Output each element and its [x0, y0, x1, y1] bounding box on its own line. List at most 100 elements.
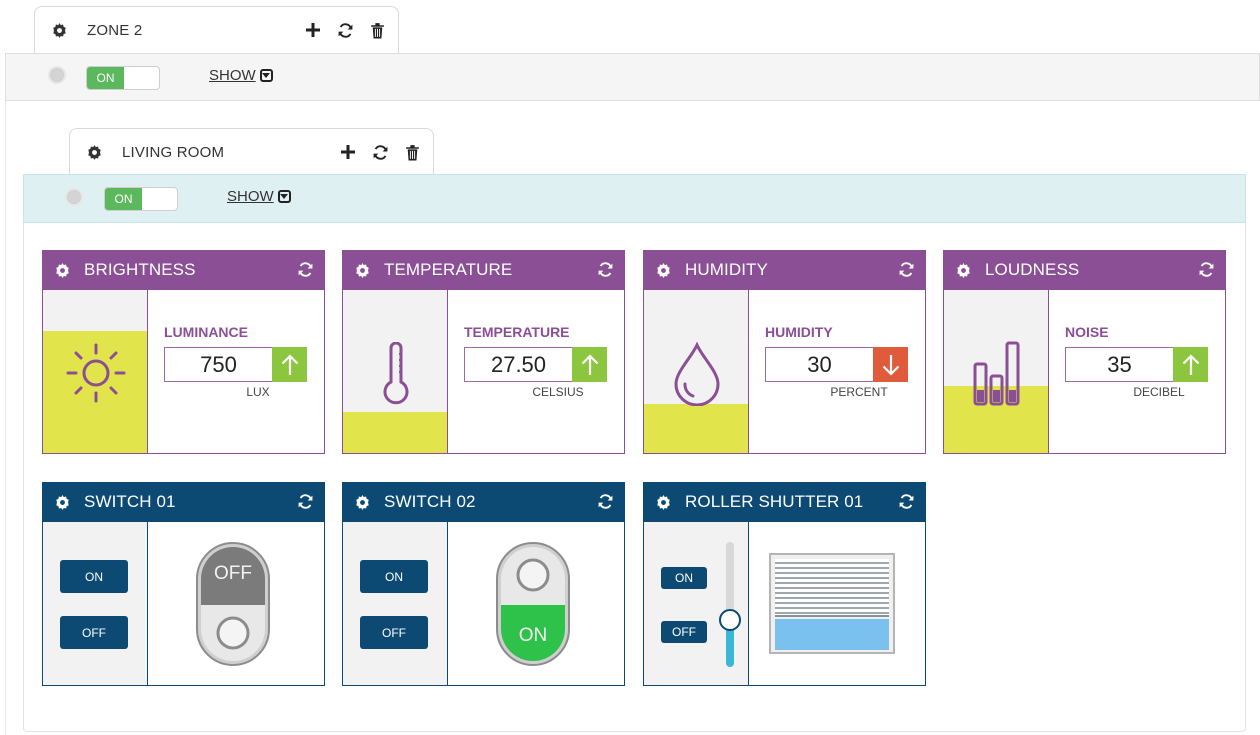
refresh-icon[interactable]	[297, 493, 315, 511]
zone-show-link[interactable]: SHOW	[209, 67, 273, 84]
sensor-widget-loudness: LOUDNESS NOISE 35 DECIBEL	[943, 250, 1226, 454]
add-icon[interactable]	[304, 21, 322, 39]
arrow-up-icon	[572, 347, 607, 382]
room-on-toggle[interactable]: ON	[104, 187, 178, 211]
gear-icon[interactable]	[655, 494, 671, 510]
thermometer-icon	[343, 342, 447, 406]
show-label: SHOW	[209, 67, 256, 84]
trash-icon[interactable]	[403, 143, 421, 161]
sensor-widget-brightness: BRIGHTNESS LUMINANCE 750 LUX	[42, 250, 325, 454]
shutter-off-button[interactable]: OFF	[661, 621, 707, 643]
zone-title: ZONE 2	[87, 21, 143, 39]
sensor-value-box: 30	[765, 347, 908, 382]
sensor-value-box: 27.50	[464, 347, 607, 382]
arrow-down-icon	[873, 347, 908, 382]
sensor-value-box: 750	[164, 347, 307, 382]
sun-icon	[43, 340, 147, 406]
widget-title: TEMPERATURE	[384, 260, 513, 279]
refresh-icon[interactable]	[597, 261, 615, 279]
level-indicator	[43, 290, 148, 453]
switch-widget-01: SWITCH 01 ON OFF OFF	[42, 482, 325, 686]
roller-shutter-widget: ROLLER SHUTTER 01 ON OFF	[643, 482, 926, 686]
rocker-switch-on[interactable]: ON	[495, 541, 571, 667]
widget-title: SWITCH 02	[384, 492, 476, 511]
zone-status-radio[interactable]	[48, 66, 66, 84]
gear-icon[interactable]	[54, 262, 70, 278]
widget-title: HUMIDITY	[685, 260, 768, 279]
switch-state-label: OFF	[214, 563, 252, 584]
switch-on-button[interactable]: ON	[60, 560, 128, 593]
sensor-value: 27.50	[490, 351, 547, 377]
switch-widget-02: SWITCH 02 ON OFF ON	[342, 482, 625, 686]
sensor-widget-humidity: HUMIDITY HUMIDITY 30 PERCENT	[643, 250, 926, 454]
refresh-icon[interactable]	[597, 493, 615, 511]
zone-tab[interactable]: ZONE 2	[34, 6, 399, 53]
zone-on-toggle[interactable]: ON	[86, 66, 160, 90]
level-indicator	[644, 290, 749, 453]
room-tab[interactable]: LIVING ROOM	[69, 128, 434, 175]
sensor-name: TEMPERATURE	[464, 324, 570, 340]
toggle-on-label: ON	[105, 188, 142, 210]
droplet-icon	[644, 342, 748, 406]
sensor-unit: CELSIUS	[532, 385, 584, 399]
gear-icon[interactable]	[955, 262, 971, 278]
sensor-value: 35	[1107, 351, 1132, 377]
arrow-up-icon	[272, 347, 307, 382]
add-icon[interactable]	[339, 143, 357, 161]
chevron-down-icon	[277, 190, 291, 203]
rocker-switch-off[interactable]: OFF	[195, 541, 271, 667]
sensor-unit: PERCENT	[830, 385, 888, 399]
refresh-icon[interactable]	[898, 493, 916, 511]
level-fill	[644, 404, 748, 453]
shutter-slats	[775, 559, 889, 617]
room-show-link[interactable]: SHOW	[227, 188, 291, 205]
room-control-bar: ON SHOW	[23, 174, 1246, 223]
refresh-icon[interactable]	[371, 143, 389, 161]
arrow-up-icon	[1173, 347, 1208, 382]
level-indicator	[944, 290, 1049, 453]
switch-buttons-column	[43, 522, 148, 685]
show-label: SHOW	[227, 188, 274, 205]
sensor-unit: LUX	[246, 385, 270, 399]
sensor-value-box: 35	[1065, 347, 1208, 382]
sensor-name: NOISE	[1065, 324, 1109, 340]
volume-bars-icon	[944, 340, 1048, 406]
widget-title: SWITCH 01	[84, 492, 176, 511]
widget-title: LOUDNESS	[985, 260, 1080, 279]
sensor-name: HUMIDITY	[765, 324, 833, 340]
refresh-icon[interactable]	[297, 261, 315, 279]
refresh-icon[interactable]	[336, 21, 354, 39]
slider-handle[interactable]	[719, 609, 741, 631]
switch-off-button[interactable]: OFF	[360, 616, 428, 649]
gear-icon[interactable]	[655, 262, 671, 278]
switch-off-button[interactable]: OFF	[60, 616, 128, 649]
sensor-widget-temperature: TEMPERATURE TEMPERATURE 27.50 CELSIUS	[342, 250, 625, 454]
room-title: LIVING ROOM	[122, 143, 225, 161]
room-status-radio[interactable]	[65, 188, 83, 206]
gear-icon[interactable]	[354, 262, 370, 278]
widget-title: BRIGHTNESS	[84, 260, 196, 279]
switch-on-button[interactable]: ON	[360, 560, 428, 593]
sensor-value: 30	[807, 351, 832, 377]
sensor-name: LUMINANCE	[164, 324, 248, 340]
zone-control-bar: ON SHOW	[5, 53, 1260, 101]
shutter-window	[775, 619, 889, 650]
gear-icon[interactable]	[86, 144, 102, 160]
shutter-slider[interactable]	[719, 542, 741, 667]
switch-buttons-column	[343, 522, 448, 685]
sensor-value: 750	[200, 351, 237, 377]
refresh-icon[interactable]	[898, 261, 916, 279]
widget-title: ROLLER SHUTTER 01	[685, 492, 864, 511]
sensor-unit: DECIBEL	[1133, 385, 1185, 399]
level-fill	[343, 412, 447, 453]
gear-icon[interactable]	[54, 494, 70, 510]
refresh-icon[interactable]	[1198, 261, 1216, 279]
shutter-on-button[interactable]: ON	[661, 567, 707, 589]
roller-shutter-graphic	[769, 553, 895, 654]
trash-icon[interactable]	[368, 21, 386, 39]
chevron-down-icon	[259, 69, 273, 82]
level-indicator	[343, 290, 448, 453]
gear-icon[interactable]	[354, 494, 370, 510]
toggle-on-label: ON	[87, 67, 124, 89]
gear-icon[interactable]	[51, 22, 67, 38]
